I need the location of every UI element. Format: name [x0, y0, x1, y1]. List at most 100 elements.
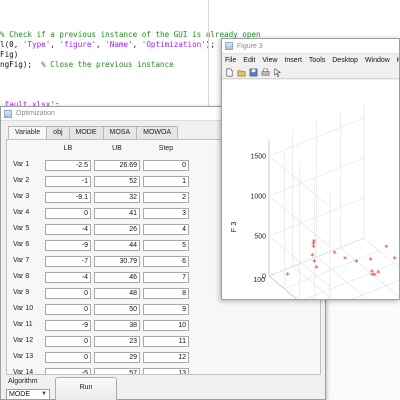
lb-input[interactable]: -1 — [45, 176, 91, 187]
variable-row: Var 10 0 50 9 — [7, 304, 207, 316]
scatter-point: * — [354, 258, 358, 267]
run-button[interactable]: Run — [55, 377, 117, 400]
lb-input[interactable]: -4 — [45, 224, 91, 235]
code-line: ngFig); % Close the previous instance — [0, 60, 174, 70]
algorithm-value: MODE — [9, 391, 30, 398]
ub-input[interactable]: 26 — [94, 224, 140, 235]
step-input[interactable]: 10 — [143, 320, 189, 331]
lb-input[interactable]: 0 — [45, 208, 91, 219]
x-axis-line — [398, 298, 399, 299]
figure-toolbar — [222, 66, 399, 79]
ub-input[interactable]: 57 — [94, 368, 140, 374]
variable-row: Var 9 0 48 8 — [7, 288, 207, 300]
tab-mowoa[interactable]: MOWOA — [136, 126, 179, 139]
scatter3d-plot[interactable]: 0500100015001005000 ***************** F … — [222, 80, 400, 300]
scatter-point: * — [343, 255, 347, 264]
scatter-point: * — [314, 264, 318, 273]
variable-label: Var 13 — [13, 353, 34, 360]
step-input[interactable]: 8 — [143, 288, 189, 299]
figure-titlebar[interactable]: Figure 3 — [222, 39, 399, 54]
figure-window-icon — [225, 42, 233, 50]
variable-row: Var 11 -9 38 10 — [7, 320, 207, 332]
lb-input[interactable]: -9.1 — [45, 192, 91, 203]
open-file-icon[interactable] — [237, 68, 246, 77]
step-input[interactable]: 11 — [143, 336, 189, 347]
optimization-tabs: Variable obj MODE MOSA MOWOA — [8, 126, 179, 140]
step-input[interactable]: 6 — [143, 256, 189, 267]
variable-label: Var 8 — [13, 273, 30, 280]
save-icon[interactable] — [249, 68, 258, 77]
menu-tools[interactable]: Tools — [309, 57, 325, 64]
step-input[interactable]: 5 — [143, 240, 189, 251]
menu-view[interactable]: View — [262, 57, 277, 64]
scatter-point: * — [286, 271, 290, 280]
ub-input[interactable]: 38 — [94, 320, 140, 331]
step-input[interactable]: 1 — [143, 176, 189, 187]
ub-input[interactable]: 46 — [94, 272, 140, 283]
tab-variable[interactable]: Variable — [8, 126, 48, 140]
tab-mode[interactable]: MODE — [68, 126, 104, 139]
ub-input[interactable]: 44 — [94, 240, 140, 251]
menu-insert[interactable]: Insert — [284, 57, 302, 64]
z-axis-label: F 3 — [229, 222, 238, 233]
lb-input[interactable]: 0 — [45, 304, 91, 315]
step-input[interactable]: 9 — [143, 304, 189, 315]
ub-input[interactable]: 30.79 — [94, 256, 140, 267]
lb-input[interactable]: 0 — [45, 336, 91, 347]
y-tick-label: 100 — [253, 277, 265, 284]
ub-input[interactable]: 50 — [94, 304, 140, 315]
tab-mosa[interactable]: MOSA — [102, 126, 138, 139]
lb-input[interactable]: 0 — [45, 352, 91, 363]
ub-input[interactable]: 29 — [94, 352, 140, 363]
variable-label: Var 10 — [13, 305, 34, 312]
ub-input[interactable]: 26.69 — [94, 160, 140, 171]
variable-label: Var 11 — [13, 321, 33, 328]
menu-window[interactable]: Window — [365, 57, 390, 64]
ub-input[interactable]: 23 — [94, 336, 140, 347]
lb-input[interactable]: -5 — [45, 368, 91, 374]
variable-row: Var 5 -4 26 4 — [7, 224, 207, 236]
variable-row: Var 8 -4 46 7 — [7, 272, 207, 284]
step-input[interactable]: 3 — [143, 208, 189, 219]
scatter-point: * — [311, 240, 315, 249]
print-icon[interactable] — [261, 68, 270, 77]
code-line: l(0, 'Type', 'figure', 'Name', 'Optimiza… — [0, 40, 215, 50]
variable-row: Var 2 -1 52 1 — [7, 176, 207, 188]
lb-header: LB — [63, 145, 73, 152]
ub-input[interactable]: 52 — [94, 176, 140, 187]
variable-row: Var 4 0 41 3 — [7, 208, 207, 220]
menu-edit[interactable]: Edit — [243, 57, 255, 64]
lb-input[interactable]: -7 — [45, 256, 91, 267]
chevron-down-icon: ▼ — [41, 391, 47, 397]
lb-input[interactable]: -2.5 — [45, 160, 91, 171]
ub-input[interactable]: 41 — [94, 208, 140, 219]
variable-row: Var 14 -5 57 13 — [7, 368, 207, 374]
step-input[interactable]: 2 — [143, 192, 189, 203]
tab-obj[interactable]: obj — [46, 126, 70, 139]
code-token: l(0, — [0, 40, 23, 49]
ub-input[interactable]: 48 — [94, 288, 140, 299]
step-input[interactable]: 7 — [143, 272, 189, 283]
algorithm-select[interactable]: MODE ▼ — [6, 389, 50, 400]
lb-input[interactable]: -9 — [45, 240, 91, 251]
variable-row: Var 1 -2.5 26.69 0 — [7, 160, 207, 172]
variable-row: Var 3 -9.1 32 2 — [7, 192, 207, 204]
ub-header: UB — [112, 145, 122, 152]
figure-canvas[interactable]: 0500100015001005000 ***************** F … — [222, 80, 400, 300]
step-input[interactable]: 13 — [143, 368, 189, 374]
new-figure-icon[interactable] — [225, 68, 234, 77]
step-input[interactable]: 12 — [143, 352, 189, 363]
step-input[interactable]: 4 — [143, 224, 189, 235]
code-token: 'Type' — [22, 40, 51, 49]
menu-file[interactable]: File — [225, 57, 236, 64]
step-input[interactable]: 0 — [143, 160, 189, 171]
pointer-icon[interactable] — [273, 67, 282, 77]
lb-input[interactable]: -9 — [45, 320, 91, 331]
ub-input[interactable]: 32 — [94, 192, 140, 203]
lb-input[interactable]: 0 — [45, 288, 91, 299]
figure-window: Figure 3 File Edit View Insert Tools Des… — [221, 38, 400, 300]
lb-input[interactable]: -4 — [45, 272, 91, 283]
variable-label: Var 4 — [13, 209, 30, 216]
menu-desktop[interactable]: Desktop — [332, 57, 358, 64]
figure-window-icon — [4, 109, 12, 118]
